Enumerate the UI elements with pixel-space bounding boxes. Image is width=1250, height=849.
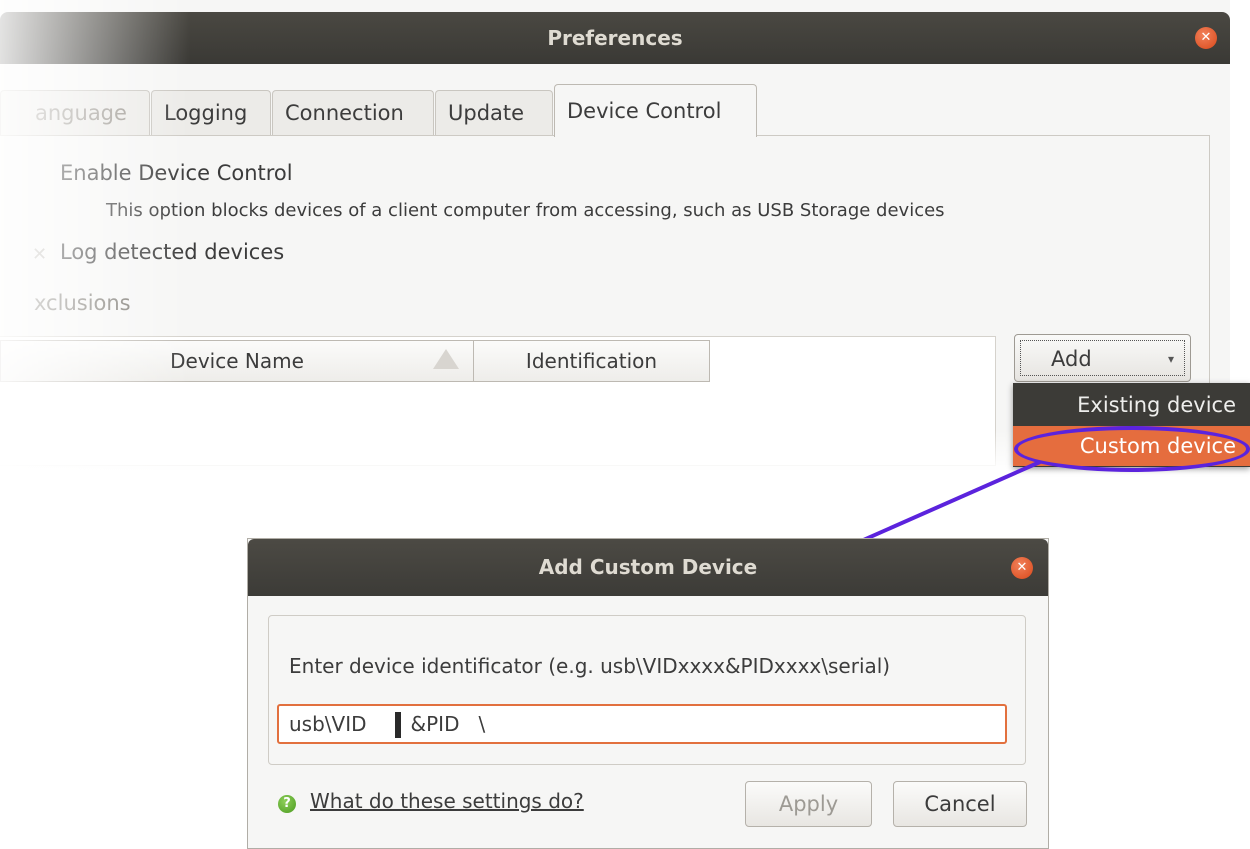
apply-button[interactable]: Apply (745, 781, 872, 827)
tab-connection[interactable]: Connection (272, 90, 434, 136)
preferences-titlebar[interactable]: Preferences ✕ (0, 12, 1230, 64)
cancel-button[interactable]: Cancel (893, 781, 1027, 827)
text-caret (395, 712, 401, 738)
dialog-title: Add Custom Device (538, 555, 758, 579)
identificator-prompt: Enter device identificator (e.g. usb\VID… (289, 654, 891, 678)
add-dropdown-menu: Existing device Custom device (1013, 383, 1250, 467)
menu-item-existing-device[interactable]: Existing device (1013, 385, 1250, 425)
tab-language[interactable]: anguage (0, 90, 150, 136)
help-icon: ? (278, 795, 296, 813)
tab-device-control[interactable]: Device Control (554, 84, 757, 137)
close-icon[interactable]: ✕ (1195, 27, 1217, 49)
tab-logging[interactable]: Logging (151, 90, 271, 136)
enable-device-control-checkbox[interactable]: Enable Device Control (60, 161, 293, 185)
help-link[interactable]: What do these settings do? (310, 789, 584, 813)
device-identificator-input[interactable]: usb\VID &PID \ (277, 704, 1007, 744)
column-header-identification[interactable]: Identification (473, 340, 710, 382)
preferences-title: Preferences (547, 26, 683, 50)
enable-device-control-description: This option blocks devices of a client c… (106, 200, 945, 221)
chevron-down-icon: ▾ (1167, 352, 1174, 366)
dialog-titlebar[interactable]: Add Custom Device ✕ (248, 539, 1048, 596)
close-icon[interactable]: ✕ (1011, 557, 1033, 579)
tab-update[interactable]: Update (435, 90, 553, 136)
input-value: usb\VID &PID \ (289, 712, 486, 736)
add-custom-device-dialog: Add Custom Device ✕ Enter device identif… (247, 538, 1049, 849)
log-detected-devices-checkbox[interactable]: Log detected devices (60, 240, 284, 264)
add-button-focus: Add ▾ (1020, 340, 1185, 376)
sort-ascending-icon (433, 349, 459, 369)
add-button[interactable]: Add ▾ (1014, 334, 1191, 382)
menu-item-custom-device[interactable]: Custom device (1013, 426, 1250, 466)
checkbox-checked-icon[interactable]: ✕ (32, 244, 47, 265)
identificator-frame: Enter device identificator (e.g. usb\VID… (268, 615, 1026, 765)
column-header-device-name[interactable]: Device Name (0, 340, 474, 382)
exclusions-label: xclusions (34, 291, 131, 315)
